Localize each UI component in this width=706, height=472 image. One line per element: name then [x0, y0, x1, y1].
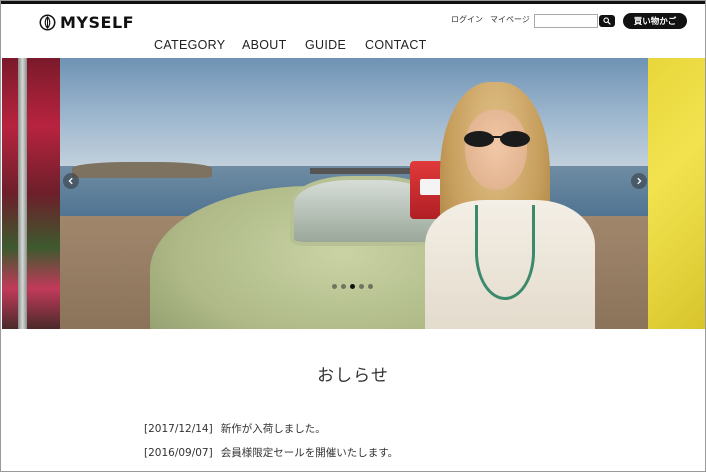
chevron-left-icon — [68, 177, 73, 185]
slider-pagination — [332, 284, 373, 289]
cart-button[interactable]: 買い物かご — [623, 13, 687, 29]
slider-dot[interactable] — [332, 284, 337, 289]
model-figure — [415, 80, 605, 329]
model-necklace — [475, 205, 535, 300]
slider-next-button[interactable] — [631, 173, 647, 189]
news-date: [2016/09/07] — [144, 447, 213, 459]
news-item: [2016/09/07] 会員様限定セールを開催いたします。 — [144, 445, 398, 460]
mypage-link[interactable]: マイページ — [490, 14, 530, 25]
chevron-right-icon — [637, 177, 642, 185]
logo-mark-icon — [39, 14, 56, 31]
search-box — [534, 14, 615, 28]
slider-prev-button[interactable] — [63, 173, 79, 189]
top-border-bar — [1, 1, 705, 4]
search-input[interactable] — [534, 14, 598, 28]
search-button[interactable] — [599, 15, 615, 27]
next-slide-peek — [648, 58, 705, 329]
site-logo[interactable]: MYSELF — [39, 13, 134, 32]
previous-slide-peek — [2, 58, 60, 329]
news-date: [2017/12/14] — [144, 423, 213, 435]
logo-text: MYSELF — [60, 13, 135, 32]
slider-dot[interactable] — [341, 284, 346, 289]
news-item: [2017/12/14] 新作が入荷しました。 — [144, 421, 398, 436]
sunglasses-icon — [464, 131, 530, 147]
search-icon — [603, 17, 611, 25]
nav-item-guide[interactable]: GUIDE — [305, 38, 346, 52]
news-list: [2017/12/14] 新作が入荷しました。 [2016/09/07] 会員様限定… — [144, 421, 398, 469]
slider-dot[interactable] — [368, 284, 373, 289]
login-link[interactable]: ログイン — [451, 14, 483, 25]
pole-decoration — [18, 58, 27, 329]
global-nav: CATEGORY ABOUT GUIDE CONTACT — [1, 38, 705, 54]
slider-dot[interactable] — [359, 284, 364, 289]
nav-item-contact[interactable]: CONTACT — [365, 38, 427, 52]
slider-dot[interactable] — [350, 284, 355, 289]
news-link[interactable]: 新作が入荷しました。 — [221, 423, 326, 435]
news-link[interactable]: 会員様限定セールを開催いたします。 — [221, 447, 398, 459]
hero-slider[interactable] — [2, 58, 705, 329]
nav-item-about[interactable]: ABOUT — [242, 38, 287, 52]
model-face — [465, 110, 527, 190]
news-heading: おしらせ — [317, 366, 389, 386]
page-frame: MYSELF ログイン マイページ 買い物かご CATEGORY ABOUT G… — [0, 0, 706, 472]
nav-item-category[interactable]: CATEGORY — [154, 38, 225, 52]
